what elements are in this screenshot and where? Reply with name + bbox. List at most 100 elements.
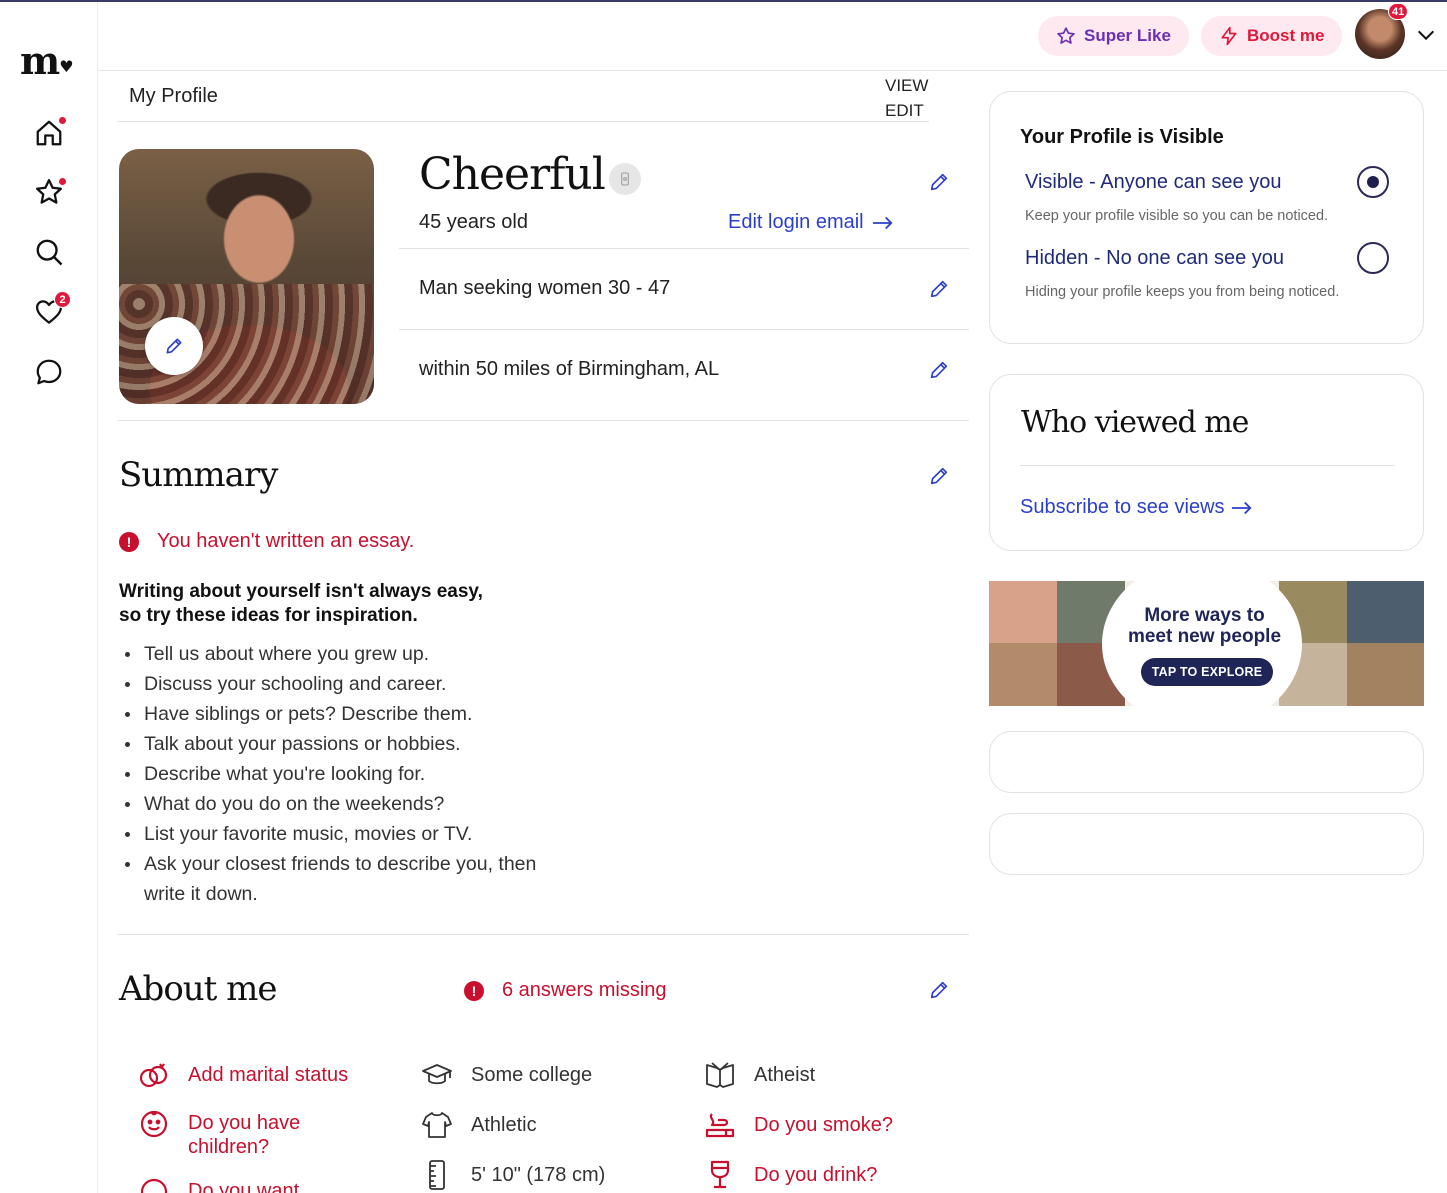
- who-viewed-card: Who viewed me Subscribe to see views: [989, 374, 1424, 551]
- divider: [118, 934, 969, 935]
- about-title: About me: [119, 969, 278, 1009]
- promo-headline: More ways to meet new people: [1107, 605, 1302, 647]
- edit-photo-button[interactable]: [145, 317, 203, 375]
- about-item-height[interactable]: 5' 10" (178 cm): [421, 1160, 606, 1190]
- about-item-education[interactable]: Some college: [421, 1063, 592, 1090]
- pencil-icon: [930, 280, 948, 298]
- page-title: My Profile: [129, 85, 218, 107]
- visible-radio[interactable]: [1357, 166, 1389, 198]
- sidebar-item-likes[interactable]: 2: [30, 291, 71, 331]
- edit-login-email-label: Edit login email: [728, 211, 864, 233]
- about-item-label: Do you want: [188, 1180, 300, 1193]
- about-item-want-children[interactable]: Do you want: [138, 1178, 300, 1193]
- promo-headline-line: More ways to: [1144, 605, 1265, 626]
- list-item: What do you do on the weekends?: [125, 789, 564, 819]
- subscribe-views-link[interactable]: Subscribe to see views: [1020, 496, 1253, 519]
- about-item-children[interactable]: Do you have children?: [138, 1110, 328, 1159]
- list-item: Have siblings or pets? Describe them.: [125, 699, 564, 729]
- chevron-down-icon[interactable]: [1415, 24, 1437, 46]
- pencil-icon: [930, 467, 948, 485]
- list-item: Describe what you're looking for.: [125, 759, 564, 789]
- super-like-label: Super Like: [1084, 26, 1171, 45]
- answers-missing-text: 6 answers missing: [502, 979, 667, 1001]
- lightning-icon: [1221, 26, 1237, 46]
- essay-warning: ! You haven't written an essay.: [119, 530, 414, 553]
- promo-photo: [989, 643, 1057, 706]
- edit-login-email-link[interactable]: Edit login email: [728, 211, 894, 234]
- phone-icon: [621, 172, 629, 186]
- view-edit-toggle: VIEW EDIT: [885, 73, 928, 123]
- top-header: Super Like Boost me 41: [98, 2, 1447, 71]
- placeholder-card: [989, 813, 1424, 875]
- edit-name-button[interactable]: [928, 171, 950, 193]
- pencil-icon: [930, 981, 948, 999]
- promo-banner[interactable]: More ways to meet new people TAP TO EXPL…: [989, 581, 1424, 706]
- rings-icon: [140, 1178, 168, 1193]
- pencil-icon: [930, 173, 948, 191]
- profile-name: Cheerful: [419, 149, 606, 200]
- edit-summary-button[interactable]: [928, 465, 950, 487]
- boost-button[interactable]: Boost me: [1201, 16, 1343, 56]
- super-like-button[interactable]: Super Like: [1038, 16, 1189, 56]
- about-item-drinking[interactable]: Do you drink?: [704, 1160, 878, 1190]
- edit-seeking-button[interactable]: [928, 278, 950, 300]
- promo-headline-line: meet new people: [1127, 626, 1282, 647]
- sidebar-item-home[interactable]: [30, 114, 68, 152]
- promo-photo: [1347, 581, 1424, 643]
- about-item-label: Do you have children?: [188, 1112, 301, 1158]
- location-text: within 50 miles of Birmingham, AL: [419, 358, 720, 380]
- edit-location-button[interactable]: [928, 359, 950, 381]
- notification-count-badge: 41: [1388, 3, 1409, 20]
- view-link[interactable]: VIEW: [885, 73, 928, 98]
- hidden-option-label[interactable]: Hidden - No one can see you: [1025, 247, 1284, 270]
- profile-age: 45 years old: [419, 211, 528, 233]
- visible-option-description: Keep your profile visible so you can be …: [1025, 208, 1329, 224]
- tips-heading-line: so try these ideas for inspiration.: [119, 605, 418, 626]
- sidebar: m♥ 2: [0, 2, 98, 1193]
- pencil-icon: [930, 361, 948, 379]
- hidden-option-description: Hiding your profile keeps you from being…: [1025, 284, 1340, 300]
- edit-link[interactable]: EDIT: [885, 98, 928, 123]
- about-item-body-type[interactable]: Athletic: [421, 1112, 537, 1140]
- tap-to-explore-button[interactable]: TAP TO EXPLORE: [1141, 658, 1273, 686]
- verify-photo-badge[interactable]: [609, 163, 641, 195]
- smoke-icon: [705, 1113, 735, 1138]
- breadcrumb: My Profile VIEW EDIT: [118, 71, 929, 122]
- graduation-cap-icon: [422, 1064, 452, 1085]
- about-item-label: Do you drink?: [754, 1164, 878, 1186]
- who-viewed-title: Who viewed me: [1021, 405, 1249, 440]
- search-icon: [36, 239, 63, 266]
- book-icon: [706, 1062, 734, 1088]
- notification-dot: [58, 177, 67, 186]
- chat-bubble-icon: [36, 359, 62, 385]
- tips-list: Tell us about where you grew up. Discuss…: [125, 639, 564, 909]
- hidden-radio[interactable]: [1357, 242, 1389, 274]
- boost-label: Boost me: [1247, 26, 1325, 45]
- tips-heading-line: Writing about yourself isn't always easy…: [119, 581, 483, 602]
- promo-photo: [989, 581, 1057, 643]
- promo-photo: [1347, 643, 1424, 706]
- about-item-smoking[interactable]: Do you smoke?: [704, 1113, 893, 1140]
- divider: [1020, 465, 1394, 466]
- seeking-text: Man seeking women 30 - 47: [419, 277, 671, 299]
- visible-option-label[interactable]: Visible - Anyone can see you: [1025, 171, 1281, 194]
- sidebar-item-favorites[interactable]: [30, 173, 68, 211]
- about-item-label: Atheist: [754, 1064, 816, 1086]
- arrow-right-icon: [1231, 501, 1252, 514]
- arrow-right-icon: [872, 216, 893, 229]
- logo[interactable]: m♥: [20, 42, 74, 80]
- visibility-title: Your Profile is Visible: [1020, 126, 1224, 148]
- about-item-label: Athletic: [471, 1114, 537, 1136]
- edit-about-button[interactable]: [928, 979, 950, 1001]
- about-item-label: 5' 10" (178 cm): [471, 1164, 606, 1186]
- about-item-religion[interactable]: Atheist: [704, 1062, 816, 1090]
- answers-missing: ! 6 answers missing: [464, 979, 667, 1002]
- visibility-card: Your Profile is Visible Visible - Anyone…: [989, 91, 1424, 344]
- user-avatar-button[interactable]: 41: [1355, 3, 1409, 59]
- list-item: Tell us about where you grew up.: [125, 639, 564, 669]
- about-item-marital-status[interactable]: Add marital status: [138, 1063, 348, 1090]
- sidebar-item-search[interactable]: [30, 233, 68, 271]
- sidebar-item-messages[interactable]: [30, 353, 68, 391]
- profile-photo[interactable]: [119, 149, 374, 404]
- list-item: Ask your closest friends to describe you…: [125, 849, 564, 909]
